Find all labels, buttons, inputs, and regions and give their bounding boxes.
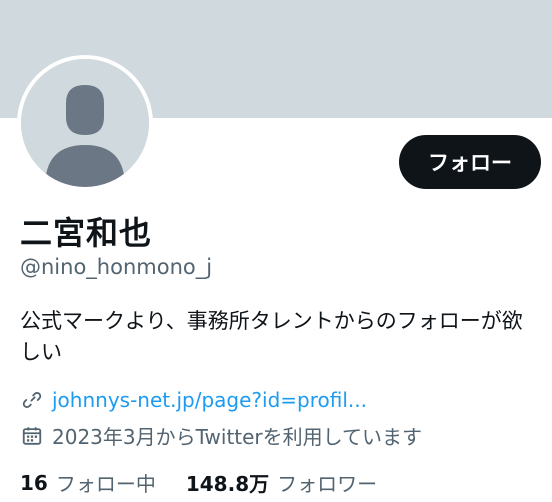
following-label: フォロー中 xyxy=(55,472,156,496)
followers-count: 148.8万 xyxy=(185,472,270,496)
followers-link[interactable]: 148.8万 フォロワー xyxy=(186,468,377,497)
profile-link-row: johnnys-net.jp/page?id=profil... xyxy=(20,388,367,412)
profile-website-link[interactable]: johnnys-net.jp/page?id=profil... xyxy=(52,388,367,412)
profile-joined-date: 2023年3月からTwitterを利用しています xyxy=(52,425,423,449)
profile-joined-row: 2023年3月からTwitterを利用しています xyxy=(20,421,422,450)
profile-avatar[interactable] xyxy=(17,55,153,191)
calendar-icon xyxy=(20,424,44,448)
profile-display-name: 二宮和也 xyxy=(20,214,153,252)
following-link[interactable]: 16 フォロー中 xyxy=(20,468,156,497)
profile-stats: 16 フォロー中 148.8万 フォロワー xyxy=(20,468,407,497)
followers-label: フォロワー xyxy=(277,472,378,496)
profile-handle: @nino_honmono_j xyxy=(20,255,213,279)
follow-button[interactable]: フォロー xyxy=(399,135,541,189)
link-icon xyxy=(20,388,44,412)
default-avatar-icon xyxy=(21,59,149,187)
profile-bio: 公式マークより、事務所タレントからのフォローが欲しい xyxy=(20,309,523,364)
following-count: 16 xyxy=(20,470,48,495)
